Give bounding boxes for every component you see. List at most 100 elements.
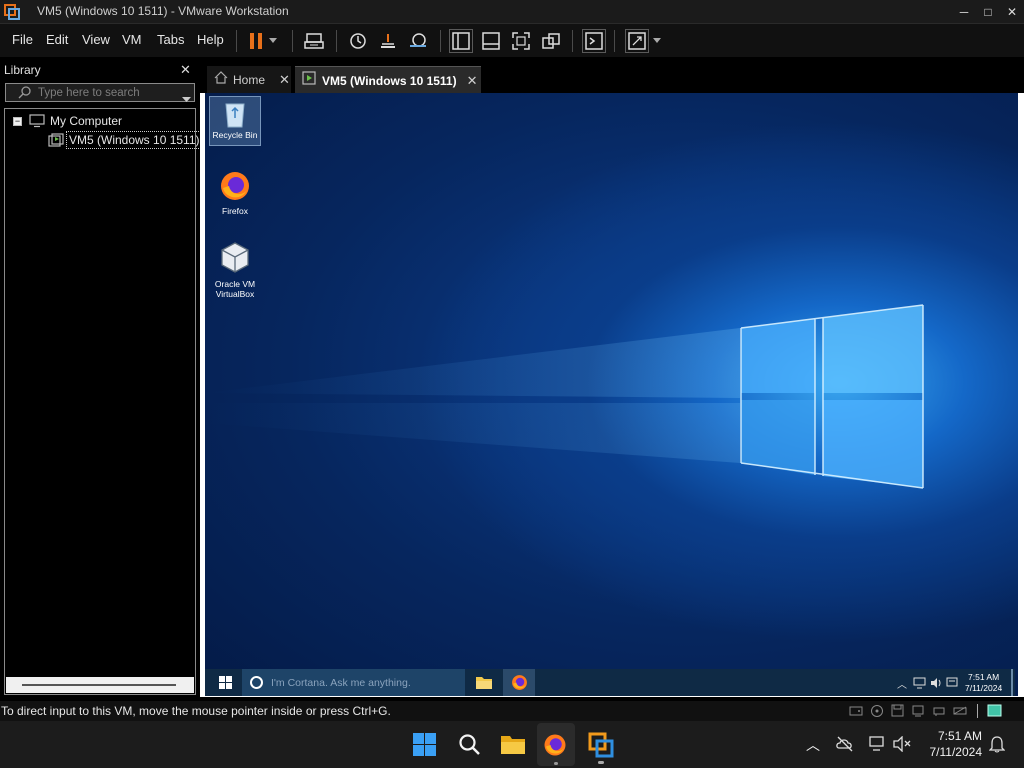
- search-icon[interactable]: [458, 733, 481, 761]
- tab-home-label: Home: [233, 73, 266, 87]
- status-message: To direct input to this VM, move the mou…: [1, 704, 391, 718]
- cd-dvd-icon[interactable]: [870, 704, 884, 722]
- vmware-app-icon: [4, 4, 20, 20]
- pause-icon[interactable]: [244, 29, 268, 53]
- window-title-bar[interactable]: VM5 (Windows 10 1511) - VMware Workstati…: [0, 0, 1024, 24]
- host-clock-time: 7:51 AM: [937, 729, 982, 743]
- hard-disk-icon[interactable]: [849, 704, 863, 722]
- tray-network-icon[interactable]: [913, 676, 926, 694]
- windows-start-icon[interactable]: [219, 676, 232, 694]
- menu-view[interactable]: View: [82, 32, 110, 47]
- toolbar-separator: [336, 30, 337, 52]
- volume-muted-icon[interactable]: [893, 735, 911, 757]
- running-indicator: [598, 761, 604, 764]
- menu-tabs[interactable]: Tabs: [157, 32, 184, 47]
- desktop-icon-label: VirtualBox: [215, 289, 255, 299]
- guest-taskbar: I'm Cortana. Ask me anything. ︿ 7:51 AM …: [205, 669, 1015, 696]
- library-title: Library: [4, 63, 41, 77]
- floppy-icon[interactable]: [891, 704, 904, 722]
- toolbar-separator: [614, 30, 615, 52]
- desktop-icon-virtualbox[interactable]: Oracle VM VirtualBox: [209, 241, 261, 299]
- menu-toolbar: File Edit View VM Tabs Help: [0, 24, 1024, 57]
- search-dropdown-arrow-icon[interactable]: [182, 90, 191, 108]
- vm-icon: [48, 133, 64, 152]
- message-log-icon[interactable]: [987, 704, 1002, 722]
- sound-card-icon[interactable]: [953, 704, 967, 722]
- network-icon[interactable]: [868, 736, 886, 757]
- cortana-search-placeholder: I'm Cortana. Ask me anything.: [271, 676, 411, 689]
- vmware-workstation-icon[interactable]: [588, 732, 614, 763]
- dropdown-arrow-icon[interactable]: [266, 29, 280, 53]
- tray-chevron-up-icon[interactable]: ︿: [897, 676, 907, 691]
- revert-snapshot-icon[interactable]: [376, 29, 400, 53]
- vm-icon: [302, 71, 316, 90]
- host-clock-date: 7/11/2024: [929, 745, 983, 759]
- scrollbar-thumb[interactable]: [22, 684, 176, 686]
- tree-item-vm5[interactable]: VM5 (Windows 10 1511): [66, 131, 203, 149]
- status-bar: To direct input to this VM, move the mou…: [0, 701, 1024, 721]
- usb-icon[interactable]: [932, 704, 946, 722]
- taskbar-firefox-button[interactable]: [537, 723, 575, 766]
- menu-help[interactable]: Help: [197, 32, 224, 47]
- tab-close-icon[interactable]: ✕: [279, 72, 290, 88]
- tab-home[interactable]: Home ✕: [207, 66, 291, 94]
- snapshot-manager-icon[interactable]: [406, 29, 430, 53]
- notification-bell-icon[interactable]: [988, 735, 1006, 758]
- snapshot-icon[interactable]: [346, 29, 370, 53]
- guest-desktop[interactable]: Recycle Bin Firefox Oracle VM VirtualBox…: [205, 93, 1018, 696]
- cortana-icon: [250, 676, 263, 689]
- windows-wallpaper-logo: [205, 304, 924, 489]
- tree-collapse-toggle[interactable]: −: [13, 117, 22, 126]
- guest-clock-time: 7:51 AM: [968, 672, 1000, 682]
- menu-edit[interactable]: Edit: [46, 32, 68, 47]
- computer-icon: [29, 114, 45, 133]
- tab-vm5-label: VM5 (Windows 10 1511): [322, 73, 457, 88]
- virtualbox-icon: [219, 241, 251, 277]
- dropdown-arrow-icon[interactable]: [650, 29, 664, 53]
- library-close-button[interactable]: ✕: [180, 62, 191, 78]
- desktop-icon-firefox[interactable]: Firefox: [209, 170, 261, 216]
- running-indicator: [554, 762, 558, 765]
- menu-vm[interactable]: VM: [122, 32, 142, 47]
- network-adapter-icon[interactable]: [911, 704, 925, 722]
- guest-clock[interactable]: 7:51 AM 7/11/2024: [965, 672, 1002, 694]
- tray-message-icon[interactable]: [946, 676, 958, 694]
- library-header: Library ✕: [0, 58, 200, 82]
- onedrive-offline-icon[interactable]: [836, 736, 854, 757]
- status-separator: [977, 704, 978, 718]
- desktop-icon-label: Recycle Bin: [212, 130, 258, 140]
- file-explorer-icon[interactable]: [475, 674, 493, 695]
- unity-icon[interactable]: [539, 29, 563, 53]
- windows-start-icon[interactable]: [413, 733, 436, 761]
- show-library-icon[interactable]: [449, 29, 473, 53]
- firefox-icon: [219, 170, 251, 204]
- console-view-icon[interactable]: [582, 29, 606, 53]
- file-explorer-icon[interactable]: [500, 733, 526, 760]
- library-search-input[interactable]: [38, 85, 178, 101]
- toolbar-separator: [292, 30, 293, 52]
- library-horizontal-scrollbar[interactable]: [6, 677, 194, 693]
- tray-volume-icon[interactable]: [930, 676, 943, 694]
- desktop-icon-recycle-bin[interactable]: Recycle Bin: [209, 96, 261, 146]
- tray-chevron-up-icon[interactable]: ︿: [806, 735, 820, 755]
- taskbar-firefox-icon[interactable]: [503, 669, 535, 696]
- desktop-icon-label: Oracle VM: [214, 279, 256, 289]
- vm-tabs-bar: Home ✕ VM5 (Windows 10 1511) ✕: [203, 64, 1021, 94]
- tab-vm5[interactable]: VM5 (Windows 10 1511) ✕: [295, 66, 481, 94]
- send-ctrl-alt-del-icon[interactable]: [302, 29, 326, 53]
- recycle-bin-icon: [223, 100, 247, 130]
- show-desktop-button[interactable]: [1011, 669, 1013, 696]
- host-clock[interactable]: 7:51 AM 7/11/2024: [926, 728, 983, 760]
- close-window-button[interactable]: ✕: [998, 0, 1024, 24]
- tree-item-my-computer[interactable]: My Computer: [50, 114, 122, 128]
- library-search-box[interactable]: [5, 83, 195, 102]
- tab-close-icon[interactable]: ✕: [467, 73, 478, 89]
- cortana-search-box[interactable]: I'm Cortana. Ask me anything.: [242, 669, 465, 696]
- full-screen-icon[interactable]: [509, 29, 533, 53]
- stretch-guest-icon[interactable]: [625, 29, 649, 53]
- desktop-icon-label: Firefox: [222, 206, 248, 216]
- firefox-icon: [543, 733, 567, 762]
- toolbar-separator: [440, 30, 441, 52]
- thumbnail-bar-icon[interactable]: [479, 29, 503, 53]
- menu-file[interactable]: File: [12, 32, 33, 47]
